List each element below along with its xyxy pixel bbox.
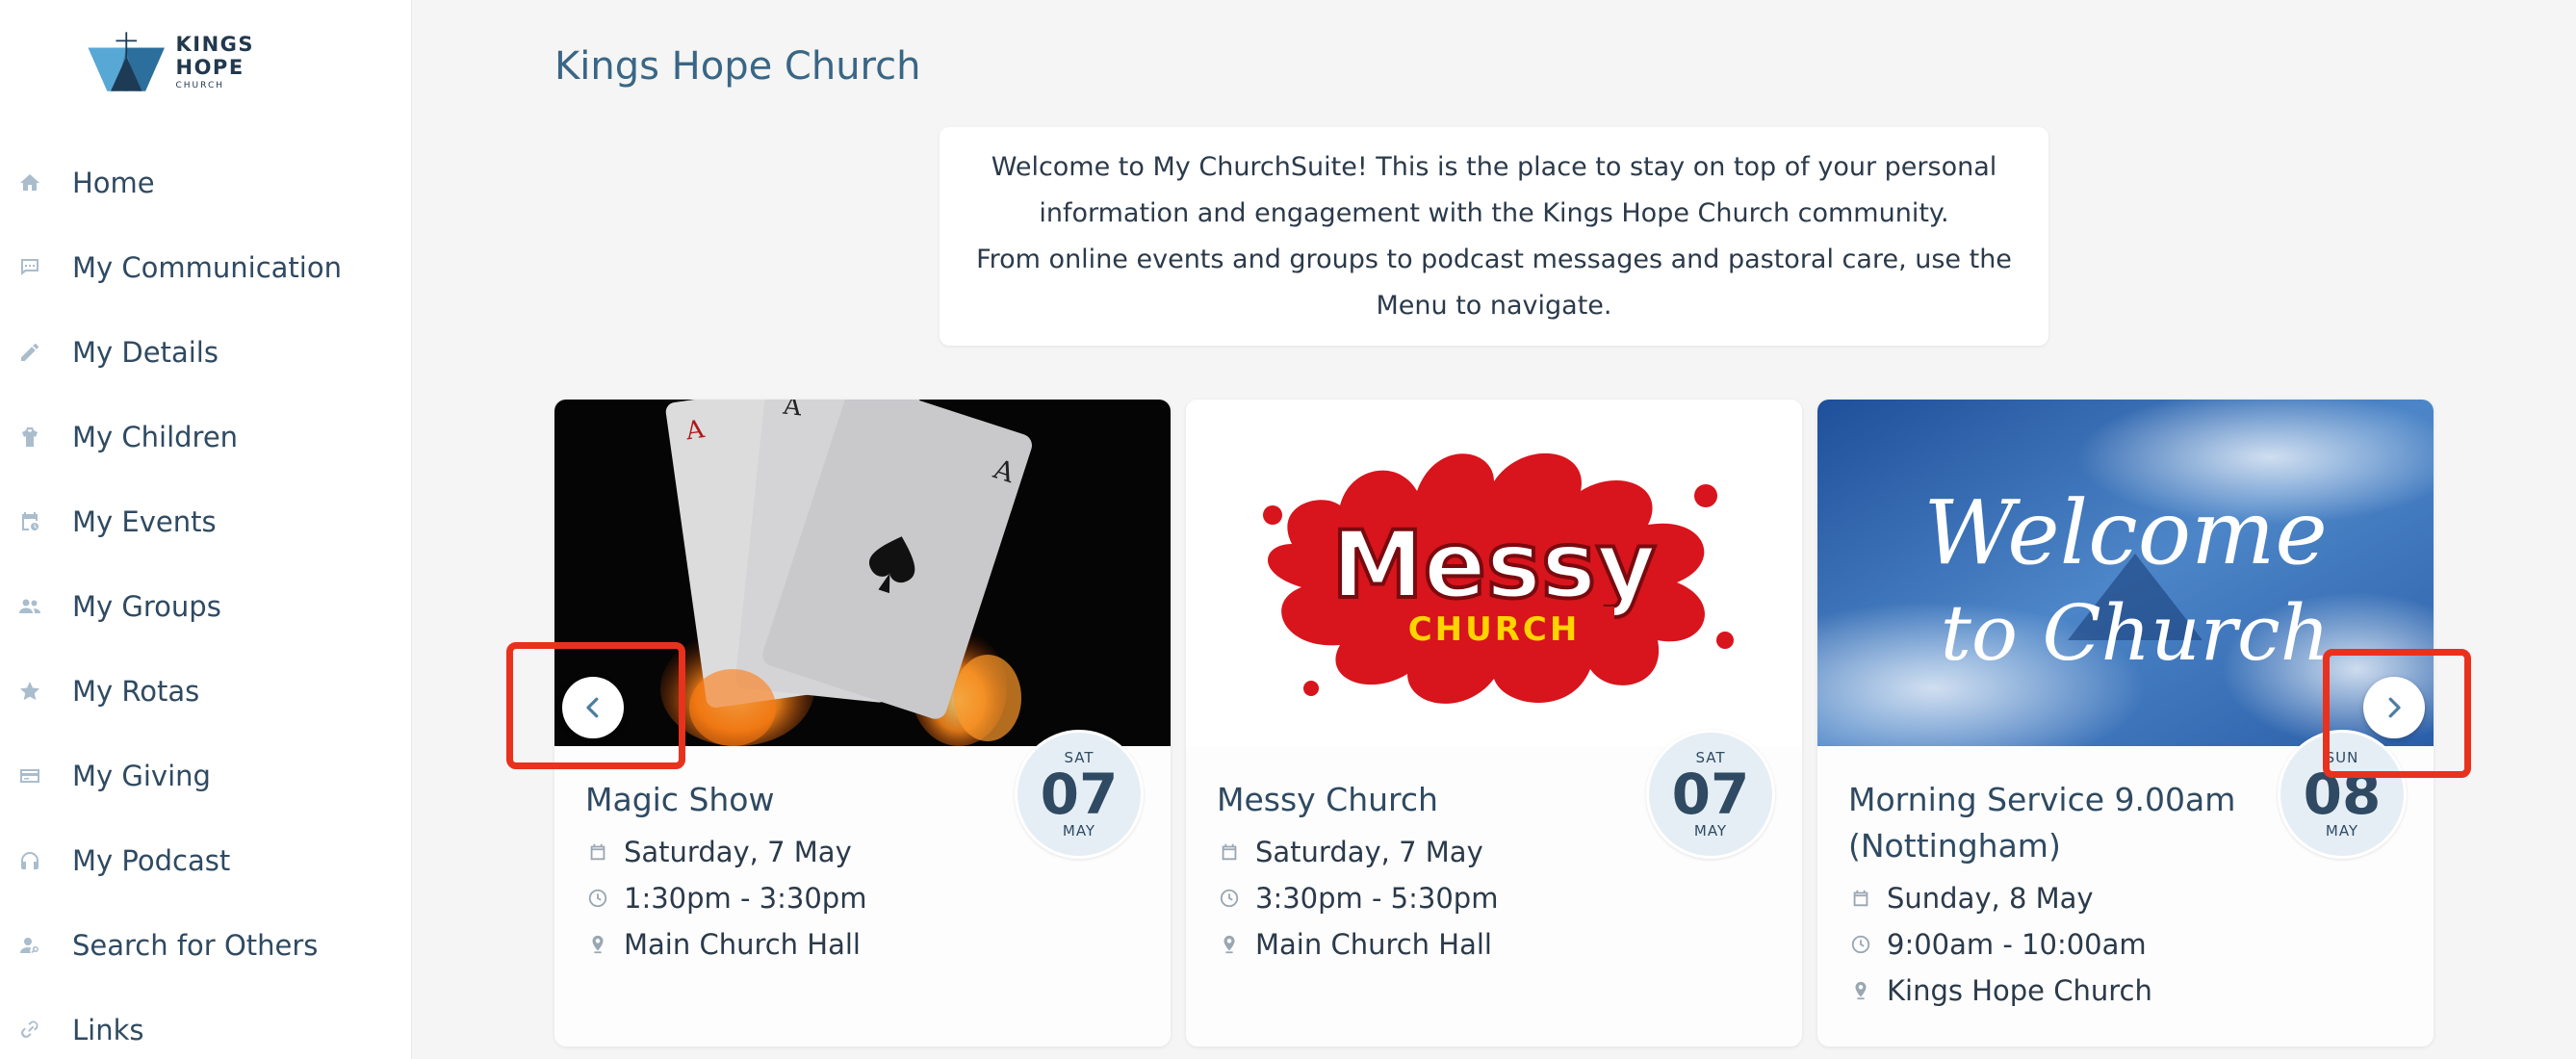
- logo-sub: CHURCH: [175, 81, 224, 90]
- event-time: 3:30pm - 5:30pm: [1255, 882, 1499, 915]
- event-title: Magic Show: [585, 781, 775, 818]
- sidebar-item-label: My Children: [72, 421, 239, 453]
- chevron-right-icon: [2388, 697, 2401, 718]
- sidebar-item-my-details[interactable]: My Details: [0, 310, 412, 395]
- calendar-icon: [1217, 839, 1242, 865]
- welcome-line-1: Welcome to My ChurchSuite! This is the p…: [991, 152, 1997, 228]
- child-icon: [15, 423, 44, 452]
- sidebar-item-my-children[interactable]: My Children: [0, 395, 412, 479]
- carousel-next-button[interactable]: [2363, 677, 2425, 738]
- clock-icon: [1848, 932, 1873, 957]
- church-logo-icon: [88, 32, 165, 91]
- sidebar-item-label: My Rotas: [72, 675, 200, 708]
- sidebar-item-label: My Podcast: [72, 844, 231, 877]
- location-pin-icon: [1217, 932, 1242, 957]
- chevron-left-icon: [586, 697, 599, 718]
- event-location: Kings Hope Church: [1887, 974, 2152, 1007]
- sidebar-item-label: Home: [72, 167, 155, 199]
- sidebar-item-label: My Giving: [72, 760, 211, 792]
- event-card-morning-service[interactable]: Welcome to Church SUN 08 MAY Morning Ser…: [1817, 400, 2434, 1046]
- headphones-icon: [15, 846, 44, 875]
- event-time: 1:30pm - 3:30pm: [624, 882, 867, 915]
- event-date: Saturday, 7 May: [1255, 836, 1483, 868]
- event-image-morning-service: Welcome to Church: [1817, 400, 2434, 746]
- sidebar-item-my-communication[interactable]: My Communication: [0, 225, 412, 310]
- event-time: 9:00am - 10:00am: [1887, 928, 2147, 961]
- page-title: Kings Hope Church: [554, 44, 921, 89]
- event-title: Morning Service 9.00am (Nottingham): [1848, 781, 2236, 865]
- pencil-icon: [15, 338, 44, 367]
- carousel-prev-button[interactable]: [562, 677, 624, 738]
- group-icon: [15, 592, 44, 621]
- welcome-image-line-1: Welcome: [1923, 481, 2328, 584]
- person-search-icon: [15, 931, 44, 960]
- sidebar: KINGS HOPE CHURCH Home My Communication …: [0, 0, 412, 1059]
- event-date: Sunday, 8 May: [1887, 882, 2094, 915]
- logo-name: KINGS HOPE: [175, 33, 255, 79]
- calendar-clock-icon: [15, 507, 44, 536]
- welcome-message: Welcome to My ChurchSuite! This is the p…: [940, 127, 2048, 346]
- messy-logo-subtext: CHURCH: [1408, 610, 1581, 649]
- event-image-messy-church: Messy CHURCH: [1186, 400, 1802, 746]
- sidebar-item-links[interactable]: Links: [0, 988, 412, 1059]
- welcome-line-2: From online events and groups to podcast…: [976, 245, 2012, 321]
- clock-icon: [1217, 886, 1242, 911]
- sidebar-item-label: My Groups: [72, 590, 221, 623]
- event-date: Saturday, 7 May: [624, 836, 852, 868]
- event-card-messy-church[interactable]: Messy CHURCH SAT 07 MAY Messy Church Sat…: [1186, 400, 1802, 1046]
- link-icon: [15, 1016, 44, 1045]
- events-carousel: A A A SAT 07 MAY Magic Show Saturday, 7 …: [554, 400, 2480, 1046]
- welcome-image-line-2: to Church: [1941, 588, 2331, 678]
- sidebar-item-home[interactable]: Home: [0, 141, 412, 225]
- event-card-magic-show[interactable]: A A A SAT 07 MAY Magic Show Saturday, 7 …: [554, 400, 1171, 1046]
- event-location: Main Church Hall: [624, 928, 861, 961]
- sidebar-item-my-events[interactable]: My Events: [0, 479, 412, 564]
- home-icon: [15, 168, 44, 197]
- sidebar-item-my-podcast[interactable]: My Podcast: [0, 818, 412, 903]
- event-image-magic-show: A A A: [554, 400, 1171, 746]
- location-pin-icon: [1848, 978, 1873, 1003]
- messy-logo-text: Messy: [1331, 511, 1657, 619]
- calendar-icon: [585, 839, 610, 865]
- sidebar-item-label: My Details: [72, 336, 219, 369]
- sidebar-item-search-for-others[interactable]: Search for Others: [0, 903, 412, 988]
- clock-icon: [585, 886, 610, 911]
- calendar-icon: [1848, 886, 1873, 911]
- chat-icon: [15, 253, 44, 282]
- event-title: Messy Church: [1217, 781, 1438, 818]
- star-icon: [15, 677, 44, 706]
- event-location: Main Church Hall: [1255, 928, 1492, 961]
- sidebar-item-my-groups[interactable]: My Groups: [0, 564, 412, 649]
- sidebar-item-label: Links: [72, 1014, 144, 1046]
- church-logo[interactable]: KINGS HOPE CHURCH: [85, 25, 316, 98]
- sidebar-nav: Home My Communication My Details My Chil…: [0, 141, 412, 1059]
- location-pin-icon: [585, 932, 610, 957]
- sidebar-item-my-giving[interactable]: My Giving: [0, 734, 412, 818]
- sidebar-item-label: My Communication: [72, 251, 342, 284]
- sidebar-item-my-rotas[interactable]: My Rotas: [0, 649, 412, 734]
- card-icon: [15, 762, 44, 790]
- sidebar-item-label: My Events: [72, 505, 217, 538]
- sidebar-item-label: Search for Others: [72, 929, 319, 962]
